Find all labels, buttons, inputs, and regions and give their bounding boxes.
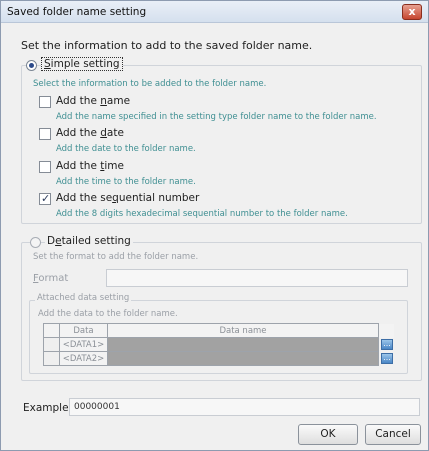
add-name-checkbox[interactable] (39, 96, 51, 108)
table-row[interactable]: <DATA1> ... (43, 337, 394, 352)
data-cell: <DATA2> (59, 351, 108, 366)
ok-button[interactable]: OK (298, 424, 358, 445)
attached-data-table: Data Data name <DATA1> ... <DATA2> ... (43, 323, 394, 366)
add-time-description: Add the time to the folder name. (56, 177, 196, 187)
cancel-button[interactable]: Cancel (365, 424, 421, 445)
add-name-description: Add the name specified in the setting ty… (56, 112, 377, 122)
dialog-window: Saved folder name setting x Set the info… (0, 0, 429, 451)
intro-text: Set the information to add to the saved … (21, 39, 313, 52)
add-sequential-number-description: Add the 8 digits hexadecimal sequential … (56, 209, 348, 219)
format-input[interactable] (106, 269, 408, 287)
detailed-setting-radio[interactable] (30, 237, 41, 248)
close-button[interactable]: x (402, 4, 422, 20)
browse-button[interactable]: ... (381, 339, 393, 350)
data-name-cell[interactable] (107, 337, 379, 352)
data-name-cell[interactable] (107, 351, 379, 366)
add-date-checkbox[interactable] (39, 128, 51, 140)
attached-data-description: Add the data to the folder name. (38, 309, 178, 319)
add-time-label[interactable]: Add the time (56, 160, 124, 172)
title-bar[interactable]: Saved folder name setting x (1, 1, 428, 23)
simple-setting-description: Select the information to be added to th… (33, 79, 267, 89)
data-cell: <DATA1> (59, 337, 108, 352)
column-header-data-name: Data name (107, 323, 379, 338)
row-header-corner (43, 323, 60, 338)
format-label: Format (33, 273, 69, 284)
example-value: 00000001 (74, 402, 120, 412)
add-sequential-number-label[interactable]: Add the sequential number (56, 192, 199, 204)
browse-button[interactable]: ... (381, 353, 393, 364)
row-header (43, 337, 60, 352)
detailed-setting-description: Set the format to add the folder name. (33, 252, 199, 262)
simple-setting-radio[interactable] (26, 60, 37, 71)
example-value-field: 00000001 (69, 398, 420, 416)
simple-setting-label[interactable]: Simple setting (41, 57, 123, 71)
example-label: Example (23, 402, 69, 414)
add-date-label[interactable]: Add the date (56, 127, 124, 139)
add-time-checkbox[interactable] (39, 161, 51, 173)
table-row[interactable]: <DATA2> ... (43, 351, 394, 366)
close-icon: x (408, 5, 416, 18)
detailed-setting-label[interactable]: Detailed setting (45, 235, 133, 247)
add-sequential-number-checkbox[interactable] (39, 192, 51, 205)
column-header-data: Data (59, 323, 108, 338)
table-header-row: Data Data name (43, 323, 394, 338)
add-name-label[interactable]: Add the name (56, 95, 130, 107)
row-header (43, 351, 60, 366)
add-date-description: Add the date to the folder name. (56, 144, 196, 154)
window-title: Saved folder name setting (7, 6, 147, 18)
attached-data-title: Attached data setting (35, 293, 132, 303)
